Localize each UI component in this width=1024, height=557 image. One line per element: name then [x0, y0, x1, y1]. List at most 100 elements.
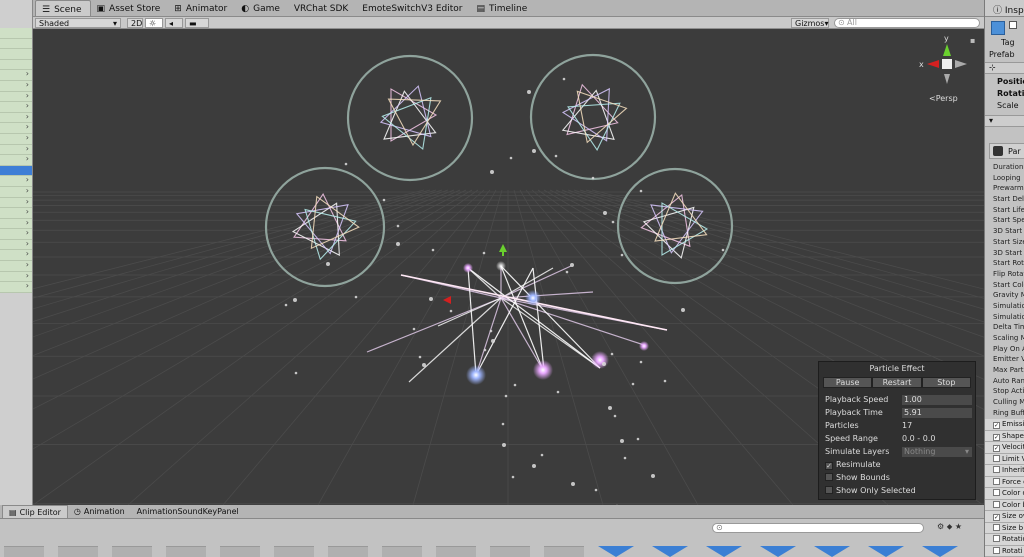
- inspector-module[interactable]: Rotati: [985, 545, 1024, 557]
- inspector-module[interactable]: Limit V: [985, 453, 1024, 465]
- resimulate-row[interactable]: ✓ Resimulate: [825, 459, 881, 470]
- projection-label[interactable]: <Persp: [929, 94, 958, 103]
- particle-dot: [613, 414, 617, 418]
- stop-button[interactable]: Stop: [921, 377, 971, 388]
- module-checkbox[interactable]: [993, 466, 1000, 473]
- tab-scene[interactable]: ☰ Scene: [35, 0, 91, 16]
- inspector-module[interactable]: ✓Size ov: [985, 511, 1024, 523]
- inspector-prop: 3D Start R: [993, 248, 1024, 257]
- show-bounds-row[interactable]: Show Bounds: [825, 472, 890, 483]
- hierarchy-row[interactable]: ›: [0, 281, 32, 293]
- hierarchy-row[interactable]: [0, 38, 32, 50]
- clip-thumbnail[interactable]: [544, 546, 584, 557]
- inspector-module[interactable]: Color o: [985, 488, 1024, 500]
- transform-header[interactable]: ⊹: [985, 62, 1024, 74]
- clip-search-input[interactable]: ⊙: [712, 523, 924, 533]
- tab-asset-store[interactable]: ▣ Asset Store: [91, 0, 169, 16]
- module-checkbox[interactable]: ✓: [993, 514, 1000, 521]
- tab-timeline[interactable]: ▤ Timeline: [470, 0, 535, 16]
- clip-thumbnail[interactable]: [112, 546, 152, 557]
- inspector-module[interactable]: ✓ Velocit: [985, 442, 1024, 454]
- clip-thumbnail-blue[interactable]: [706, 546, 742, 557]
- clip-thumbnail-blue[interactable]: [598, 546, 634, 557]
- module-checkbox[interactable]: ✓: [993, 445, 1000, 452]
- clip-thumbnail[interactable]: [166, 546, 206, 557]
- scene-search-input[interactable]: ⊙ All: [834, 18, 980, 28]
- particle-system-tab[interactable]: Par: [989, 143, 1024, 159]
- gizmos-dropdown[interactable]: Gizmos ▾: [791, 18, 829, 28]
- star-icon[interactable]: ★: [955, 522, 962, 531]
- playback-speed-field[interactable]: 1.00: [902, 395, 972, 405]
- module-checkbox[interactable]: ✓: [993, 433, 1000, 441]
- module-checkbox[interactable]: [993, 454, 1000, 462]
- clip-thumbnail[interactable]: [490, 546, 530, 557]
- particle-system-header[interactable]: ▾: [985, 115, 1024, 127]
- simulate-layers-dropdown[interactable]: Nothing ▾: [902, 447, 972, 457]
- inspector-module[interactable]: Inherit: [985, 465, 1024, 477]
- asset-icons: ⚙ ⬥ ★: [937, 522, 962, 532]
- clip-thumbnail-blue[interactable]: [652, 546, 688, 557]
- tab-vrchat-sdk[interactable]: VRChat SDK: [288, 0, 356, 16]
- effects-dropdown[interactable]: ▬: [185, 18, 209, 28]
- clip-thumbnail[interactable]: [328, 546, 368, 557]
- inspector-module[interactable]: ✓ Shape: [985, 430, 1024, 442]
- show-only-selected-checkbox[interactable]: [825, 486, 833, 494]
- inspector-module[interactable]: Color b: [985, 499, 1024, 511]
- tab-animator[interactable]: ⊞ Animator: [168, 0, 235, 16]
- lighting-toggle[interactable]: ☼: [145, 18, 163, 28]
- hierarchy-row[interactable]: ›: [0, 154, 32, 166]
- audio-toggle[interactable]: ◂: [165, 18, 183, 28]
- clip-thumbnail[interactable]: [382, 546, 422, 557]
- grid-line: [412, 189, 503, 505]
- clip-thumbnail[interactable]: [4, 546, 44, 557]
- module-checkbox[interactable]: [993, 477, 1000, 485]
- tag-icon[interactable]: ⬥: [947, 522, 953, 531]
- tab-animation[interactable]: ◷ Animation: [68, 505, 131, 518]
- tab-clip-editor[interactable]: ▤ Clip Editor: [2, 505, 68, 518]
- inspector-module[interactable]: ✓Emissio: [985, 419, 1024, 431]
- tab-game[interactable]: ◐ Game: [235, 0, 288, 16]
- gizmo-y-handle: [499, 244, 507, 252]
- inspector-module[interactable]: Force o: [985, 476, 1024, 488]
- restart-button[interactable]: Restart: [872, 377, 922, 388]
- clip-thumbnail[interactable]: [274, 546, 314, 557]
- particle-dot: [570, 263, 574, 267]
- tab-animation-sound-key[interactable]: AnimationSoundKeyPanel: [131, 505, 245, 518]
- clip-thumbnail-blue[interactable]: [814, 546, 850, 557]
- show-only-selected-row[interactable]: Show Only Selected: [825, 485, 916, 496]
- clip-thumbnail[interactable]: [58, 546, 98, 557]
- module-checkbox[interactable]: [993, 535, 1000, 542]
- active-checkbox[interactable]: [1009, 21, 1017, 29]
- clip-thumbnail[interactable]: [436, 546, 476, 557]
- module-checkbox[interactable]: [993, 546, 1000, 554]
- module-checkbox[interactable]: [993, 500, 1000, 508]
- tab-inspector[interactable]: ⓘ Inspe: [985, 0, 1024, 17]
- particle-dot: [422, 363, 426, 367]
- module-checkbox[interactable]: [993, 523, 1000, 531]
- grid-line: [519, 189, 699, 505]
- clip-thumbnail-blue[interactable]: [868, 546, 904, 557]
- inspector-module[interactable]: Size b: [985, 522, 1024, 534]
- particle-dot: [721, 248, 725, 252]
- resimulate-checkbox[interactable]: ✓: [825, 462, 833, 470]
- module-checkbox[interactable]: ✓: [993, 422, 1000, 429]
- particle-dot: [293, 298, 297, 302]
- hierarchy-row[interactable]: [0, 49, 32, 60]
- pause-button[interactable]: Pause: [823, 377, 873, 388]
- clip-thumbnail-blue[interactable]: [760, 546, 796, 557]
- filter-icon[interactable]: ⚙: [937, 522, 944, 531]
- clip-thumbnail[interactable]: [220, 546, 260, 557]
- module-label: Inherit: [1002, 466, 1024, 474]
- hierarchy-row[interactable]: [0, 28, 32, 39]
- mode-2d-toggle[interactable]: 2D: [127, 18, 143, 28]
- shading-mode-dropdown[interactable]: Shaded ▾: [35, 18, 121, 28]
- playback-time-field[interactable]: 5.91: [902, 408, 972, 418]
- tab-emoteswitch-editor[interactable]: EmoteSwitchV3 Editor: [356, 0, 470, 16]
- chevron-right-icon: ›: [25, 196, 29, 206]
- inspector-module[interactable]: Rotatio: [985, 534, 1024, 546]
- particle-dot: [639, 360, 643, 364]
- show-bounds-checkbox[interactable]: [825, 473, 833, 481]
- module-checkbox[interactable]: [993, 489, 1000, 496]
- store-icon: ▣: [96, 4, 106, 14]
- clip-thumbnail-blue[interactable]: [922, 546, 958, 557]
